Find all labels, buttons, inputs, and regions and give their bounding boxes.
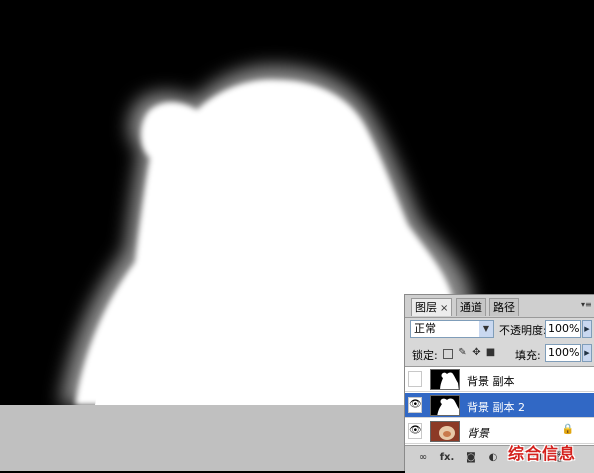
lock-all-icon[interactable]: ■ [485, 347, 496, 358]
watermark-text: 综合信息 [508, 444, 577, 463]
blend-mode-value: 正常 [414, 322, 436, 335]
tab-paths[interactable]: 路径 [489, 298, 519, 316]
tab-layers[interactable]: 图层 × [411, 298, 453, 316]
lock-transparent-pixels-icon[interactable] [443, 349, 453, 359]
tab-channels[interactable]: 通道 [456, 298, 486, 316]
lock-icon: 🔒 [561, 424, 574, 435]
lock-position-icon[interactable]: ✥ [471, 347, 482, 358]
link-icon[interactable]: ∞ [417, 452, 429, 464]
lock-image-pixels-icon[interactable]: ✎ [457, 347, 468, 358]
opacity-slider-arrow-icon[interactable]: ▶ [582, 320, 592, 338]
fill-slider-arrow-icon[interactable]: ▶ [582, 344, 592, 362]
blend-opacity-row: 正常 ▼ 不透明度: 100% ▶ [405, 319, 594, 341]
layer-row-background-copy-2[interactable]: 👁 背景 副本 2 [405, 393, 594, 418]
lock-fill-row: 锁定: ✎ ✥ ■ 填充: 100% ▶ [405, 343, 594, 365]
layer-name: 背景 [467, 427, 489, 440]
adjustment-icon[interactable]: ◐ [487, 452, 499, 464]
blend-mode-select[interactable]: 正常 ▼ [410, 320, 494, 338]
mask-icon[interactable]: ◙ [465, 452, 477, 464]
layer-thumbnail [430, 395, 460, 416]
eye-icon[interactable]: 👁 [408, 423, 422, 439]
lock-label: 锁定: [412, 349, 438, 362]
opacity-input[interactable]: 100% [545, 320, 581, 338]
layers-list: 背景 副本 👁 背景 副本 2 👁 背景 🔒 [405, 366, 594, 445]
fill-input[interactable]: 100% [545, 344, 581, 362]
eye-icon[interactable]: 👁 [408, 397, 422, 413]
layer-row-background-copy[interactable]: 背景 副本 [405, 367, 594, 392]
fill-label: 填充: [515, 349, 541, 362]
close-icon[interactable]: × [440, 303, 448, 314]
fx-icon[interactable]: fx. [439, 452, 455, 464]
visibility-toggle-empty[interactable] [408, 371, 422, 387]
layer-thumbnail [430, 421, 460, 442]
layer-name: 背景 副本 2 [467, 401, 525, 414]
panel-tab-bar: 图层 × 通道 路径 ▾≡ [405, 295, 594, 318]
panel-menu-icon[interactable]: ▾≡ [581, 300, 592, 310]
layer-name: 背景 副本 [467, 375, 515, 388]
chevron-down-icon[interactable]: ▼ [479, 321, 493, 337]
opacity-label: 不透明度: [499, 324, 547, 337]
layer-thumbnail [430, 369, 460, 390]
